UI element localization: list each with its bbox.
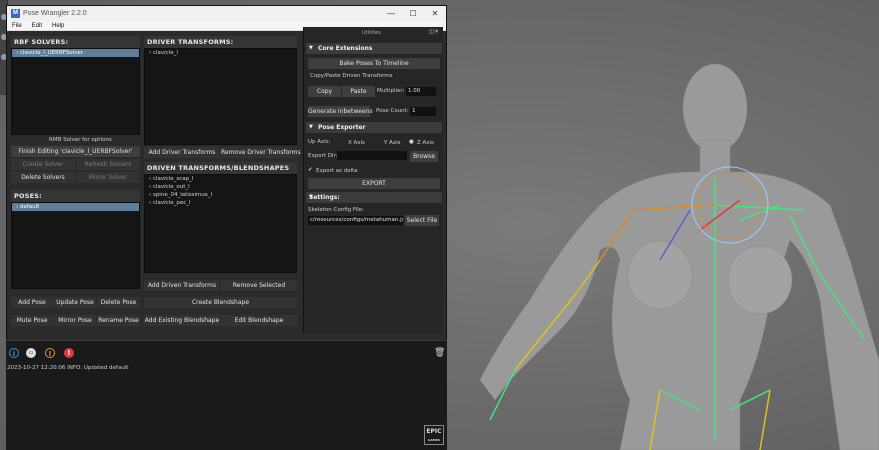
rbf-solver-list[interactable]: ‹ clavicle_l_UERBFSolver <box>11 48 140 135</box>
error-icon[interactable]: ! <box>64 348 74 358</box>
list-item[interactable]: ‹ clavicle_l_UERBFSolver <box>12 49 139 57</box>
select-file-button[interactable]: Select File <box>405 215 439 226</box>
export-dir-label: Export Dir: <box>308 153 338 159</box>
update-pose-button[interactable]: Update Pose <box>54 297 96 308</box>
generate-inbetweens-button[interactable]: Generate Inbetweens <box>308 106 373 117</box>
add-driver-transforms-button[interactable]: Add Driver Transforms <box>144 147 220 158</box>
driven-transform-list[interactable]: ‹ clavicle_scap_l ‹ clavicle_out_l ‹ spi… <box>144 174 297 273</box>
multiplier-spinbox[interactable]: 1.00 <box>406 87 436 96</box>
skeleton-config-label: Skeleton Config File: <box>308 207 364 213</box>
rbf-solvers-header: RBF SOLVERS: <box>11 36 140 48</box>
create-solver-button[interactable]: Create Solver <box>11 159 75 170</box>
radio-checked-icon: ● <box>409 139 414 145</box>
close-button[interactable]: ✕ <box>424 9 446 18</box>
delete-solvers-button[interactable]: Delete Solvers <box>11 172 75 183</box>
message-icon[interactable]: ▭ <box>26 348 36 358</box>
trash-icon[interactable]: 🗑 <box>434 348 445 358</box>
create-blendshape-button[interactable]: Create Blendshape <box>144 297 297 308</box>
paste-button[interactable]: Paste <box>342 86 375 97</box>
undock-icon[interactable]: ◫✕ <box>429 29 439 35</box>
warning-icon[interactable]: ! <box>45 348 55 358</box>
driven-transforms-header: DRIVEN TRANSFORMS/BLENDSHAPES <box>144 162 297 174</box>
core-extensions-header[interactable]: Core Extensions <box>306 43 442 54</box>
minimize-button[interactable]: — <box>380 9 402 18</box>
list-item[interactable]: ‹ default <box>12 203 139 211</box>
maximize-button[interactable]: ☐ <box>402 9 424 18</box>
remove-driver-transforms-button[interactable]: Remove Driver Transforms <box>221 147 301 158</box>
y-axis-radio[interactable]: Y Axis <box>384 140 401 146</box>
utilities-panel: Utilities ◫✕ Core Extensions Bake Poses … <box>303 27 443 333</box>
bake-poses-button[interactable]: Bake Poses To Timeline <box>308 58 440 69</box>
list-item[interactable]: ‹ clavicle_l <box>145 49 296 57</box>
utilities-title: Utilities <box>362 30 381 36</box>
app-icon: M <box>11 9 20 18</box>
edit-blendshape-button[interactable]: Edit Blendshape <box>221 315 297 326</box>
pose-list[interactable]: ‹ default <box>11 202 140 289</box>
up-axis-label: Up Axis: <box>308 139 331 145</box>
skeleton-config-field[interactable]: c/resources/configs/metahuman.json <box>308 216 403 225</box>
poses-header: POSES: <box>11 190 140 202</box>
finish-editing-button[interactable]: Finish Editing 'clavicle_l_UERBFSolver' <box>11 146 140 157</box>
add-existing-blendshape-button[interactable]: Add Existing Blendshape <box>144 315 220 326</box>
mirror-pose-button[interactable]: Mirror Pose <box>54 315 96 326</box>
log-console: i ▭ ! ! 🗑 2023-10-27 12:20:06 INFO: Upda… <box>6 340 447 450</box>
list-item[interactable]: ‹ clavicle_scap_l <box>145 175 296 183</box>
list-item[interactable]: ‹ clavicle_out_l <box>145 183 296 191</box>
refresh-solvers-button[interactable]: Refresh Solvers <box>76 159 140 170</box>
add-driven-transforms-button[interactable]: Add Driven Transforms <box>144 280 220 291</box>
menu-file[interactable]: File <box>7 23 27 29</box>
delete-pose-button[interactable]: Delete Pose <box>97 297 140 308</box>
mute-pose-button[interactable]: Mute Pose <box>11 315 53 326</box>
log-line: 2023-10-27 12:20:06 INFO: Updated defaul… <box>7 365 129 371</box>
x-axis-radio[interactable]: X Axis <box>348 140 365 146</box>
copy-paste-label: Copy/Paste Driven Transforms <box>310 73 393 79</box>
driver-transforms-header: DRIVER TRANSFORMS: <box>144 36 297 48</box>
multiplier-label: Multiplier: <box>377 88 405 94</box>
window-title: Pose Wrangler 2.2.0 <box>23 10 87 17</box>
z-axis-radio[interactable]: Z Axis <box>417 140 434 146</box>
remove-selected-button[interactable]: Remove Selected <box>221 280 297 291</box>
title-bar[interactable]: M Pose Wrangler 2.2.0 — ☐ ✕ <box>7 6 446 21</box>
pose-exporter-header[interactable]: Pose Exporter <box>306 122 442 133</box>
metahuman-body <box>479 63 879 450</box>
settings-header: Settings: <box>306 192 442 203</box>
add-pose-button[interactable]: Add Pose <box>11 297 53 308</box>
info-icon[interactable]: i <box>9 348 19 358</box>
pose-count-spinbox[interactable]: 1 <box>410 107 436 116</box>
mirror-solver-button[interactable]: Mirror Solver <box>76 172 140 183</box>
export-button[interactable]: EXPORT <box>308 178 440 189</box>
epic-games-logo: EPIC GAMES <box>424 425 444 445</box>
export-dir-field[interactable] <box>337 151 407 160</box>
copy-button[interactable]: Copy <box>308 86 341 97</box>
driver-transform-list[interactable]: ‹ clavicle_l <box>144 48 297 145</box>
list-item[interactable]: ‹ spine_04_latissimus_l <box>145 191 296 199</box>
browse-button[interactable]: Browse <box>410 151 438 162</box>
solver-hint: RMB Solver for options <box>49 137 112 143</box>
list-item[interactable]: ‹ clavicle_pec_l <box>145 199 296 207</box>
menu-edit[interactable]: Edit <box>27 23 47 29</box>
rename-pose-button[interactable]: Rename Pose <box>97 315 140 326</box>
menu-help[interactable]: Help <box>47 23 69 29</box>
pose-count-label: Pose Count: <box>376 108 409 114</box>
export-delta-checkbox[interactable]: Export as delta <box>316 168 358 174</box>
checkbox-checked-icon[interactable]: ✔ <box>308 167 313 173</box>
